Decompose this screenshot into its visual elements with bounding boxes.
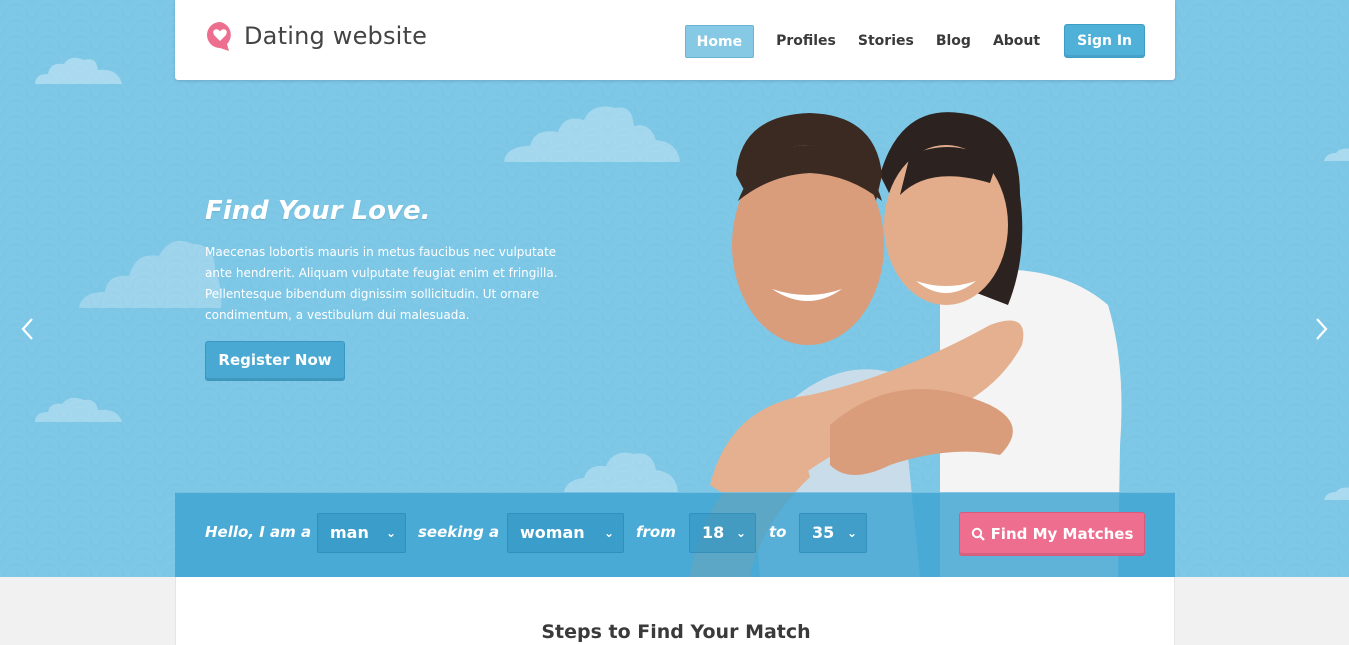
seeking-select[interactable]: woman ⌄ <box>507 513 624 553</box>
age-to-value: 35 <box>812 523 835 542</box>
nav-stories[interactable]: Stories <box>858 25 914 57</box>
hero-slider: Find Your Love. Maecenas lobortis mauris… <box>0 0 1349 577</box>
hero-description: Maecenas lobortis mauris in metus faucib… <box>205 245 558 322</box>
sign-in-button[interactable]: Sign In <box>1064 24 1145 58</box>
cloud-decoration <box>1324 148 1349 161</box>
cloud-decoration <box>1324 487 1349 500</box>
age-to-select[interactable]: 35 ⌄ <box>799 513 867 553</box>
slider-prev-arrow[interactable] <box>15 312 39 346</box>
seeking-label: seeking a <box>418 523 500 541</box>
cloud-decoration <box>504 106 680 162</box>
chevron-down-icon: ⌄ <box>385 526 396 540</box>
match-search-bar: Hello, I am a man ⌄ seeking a woman ⌄ fr… <box>175 492 1175 577</box>
gender-value: man <box>330 523 369 542</box>
chevron-left-icon <box>21 318 33 340</box>
site-header: Dating website Home Profiles Stories Blo… <box>175 0 1175 80</box>
to-label: to <box>769 523 787 541</box>
chevron-right-icon <box>1316 318 1328 340</box>
nav-blog[interactable]: Blog <box>936 25 971 57</box>
hero-title: Find Your Love. <box>205 196 431 226</box>
cloud-decoration <box>79 240 222 308</box>
nav-home[interactable]: Home <box>684 24 755 58</box>
age-from-select[interactable]: 18 ⌄ <box>689 513 756 553</box>
age-from-value: 18 <box>702 523 725 542</box>
seeking-value: woman <box>520 523 585 542</box>
content-panel: Steps to Find Your Match <box>175 577 1175 645</box>
chevron-down-icon: ⌄ <box>846 526 857 540</box>
gender-select[interactable]: man ⌄ <box>317 513 406 553</box>
nav-about[interactable]: About <box>993 25 1040 57</box>
cloud-decoration <box>35 397 122 422</box>
steps-section-title: Steps to Find Your Match <box>541 621 811 643</box>
chevron-down-icon: ⌄ <box>735 526 746 540</box>
cloud-decoration <box>564 452 678 492</box>
i-am-label: Hello, I am a <box>205 523 312 541</box>
site-logo[interactable]: Dating website <box>205 20 427 52</box>
cloud-decoration <box>35 57 122 84</box>
site-name: Dating website <box>244 22 428 50</box>
heart-bubble-icon <box>207 22 231 51</box>
find-my-matches-label: Find My Matches <box>990 525 1134 543</box>
register-now-button[interactable]: Register Now <box>205 341 345 381</box>
main-nav: Home Profiles Stories Blog About Sign In <box>684 24 1145 58</box>
from-label: from <box>636 523 676 541</box>
find-my-matches-button[interactable]: Find My Matches <box>959 512 1145 556</box>
search-icon <box>971 527 985 541</box>
chevron-down-icon: ⌄ <box>603 526 614 540</box>
nav-profiles[interactable]: Profiles <box>776 25 836 57</box>
slider-next-arrow[interactable] <box>1310 312 1334 346</box>
